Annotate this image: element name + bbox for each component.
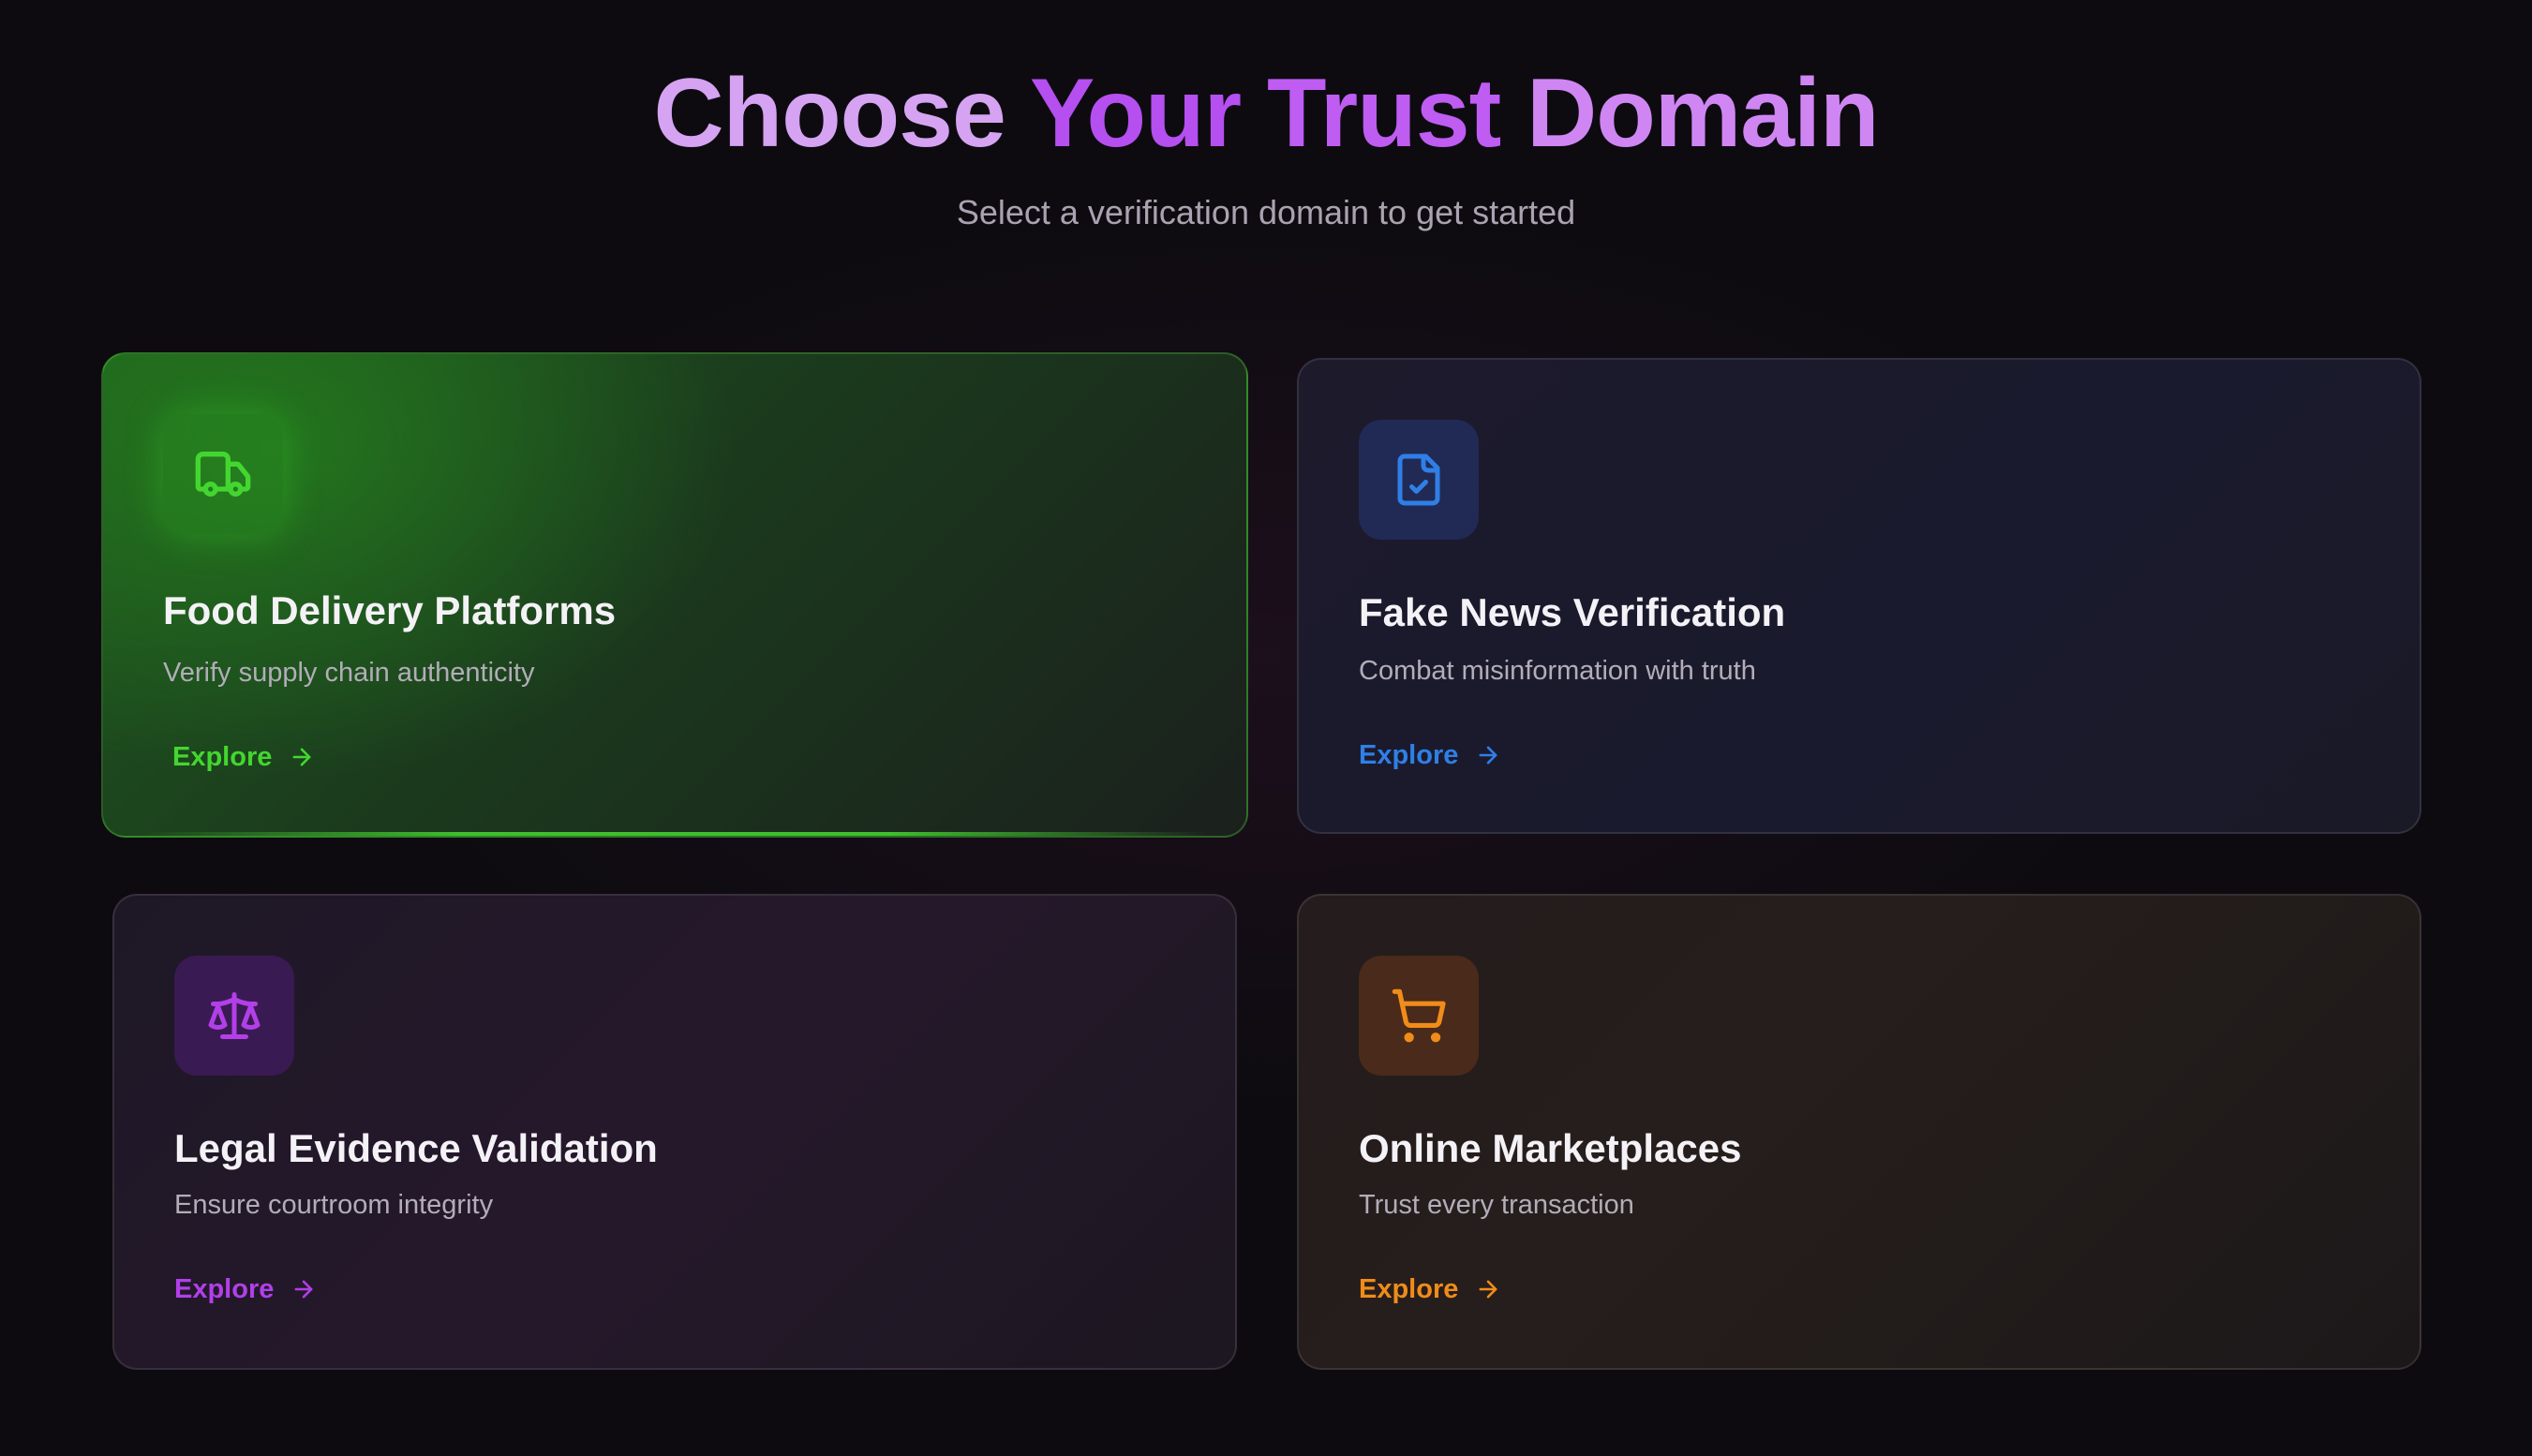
title-word: Choose: [653, 59, 1005, 168]
page-subtitle: Select a verification domain to get star…: [956, 193, 1576, 231]
domain-card-fake-news[interactable]: Fake News Verification Combat misinforma…: [1297, 358, 2421, 834]
file-check-icon: [1397, 453, 1440, 506]
card-title: Legal Evidence Validation: [174, 1126, 658, 1170]
card-icon-container: [174, 956, 294, 1076]
explore-label: Explore: [1359, 1274, 1459, 1304]
arrow-right-icon: [1479, 1280, 1497, 1299]
arrow-right-icon: [294, 1280, 313, 1299]
explore-link[interactable]: Explore: [172, 738, 315, 776]
title-word: Your: [1029, 59, 1242, 168]
shopping-cart-icon: [1392, 988, 1446, 1043]
page-title: Choose Your Trust Domain: [0, 52, 2532, 174]
domain-card-food-delivery[interactable]: Food Delivery Platforms Verify supply ch…: [101, 352, 1248, 838]
arrow-right-icon: [292, 748, 311, 766]
card-title: Food Delivery Platforms: [163, 588, 617, 632]
card-title: Fake News Verification: [1359, 590, 1786, 634]
explore-label: Explore: [172, 742, 273, 772]
card-description: Trust every transaction: [1359, 1190, 1634, 1220]
card-icon-container: [163, 414, 283, 534]
explore-label: Explore: [1359, 740, 1459, 770]
title-word: Trust: [1266, 59, 1501, 168]
active-indicator: [141, 832, 1209, 836]
arrow-right-icon: [1479, 746, 1497, 765]
explore-link[interactable]: Explore: [1359, 736, 1501, 774]
truck-icon: [195, 452, 251, 497]
card-icon-container: [1359, 420, 1479, 540]
domain-card-online-marketplaces[interactable]: Online Marketplaces Trust every transact…: [1297, 894, 2421, 1370]
card-description: Verify supply chain authenticity: [163, 658, 535, 688]
card-title: Online Marketplaces: [1359, 1126, 1742, 1170]
title-word: Domain: [1527, 59, 1879, 168]
explore-label: Explore: [174, 1274, 275, 1304]
explore-link[interactable]: Explore: [174, 1270, 317, 1308]
scale-icon: [208, 992, 261, 1039]
explore-link[interactable]: Explore: [1359, 1270, 1501, 1308]
card-description: Combat misinformation with truth: [1359, 656, 1756, 686]
card-icon-container: [1359, 956, 1479, 1076]
card-description: Ensure courtroom integrity: [174, 1190, 494, 1220]
domain-card-legal-evidence[interactable]: Legal Evidence Validation Ensure courtro…: [112, 894, 1237, 1370]
